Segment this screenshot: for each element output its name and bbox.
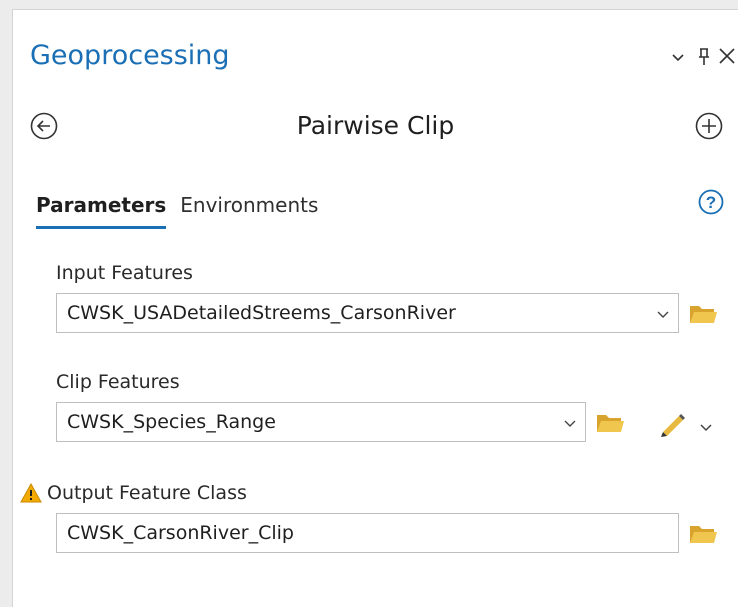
output-feature-class-field[interactable]: CWSK_CarsonRiver_Clip	[56, 513, 679, 553]
chevron-down-icon[interactable]	[656, 306, 670, 325]
tab-parameters[interactable]: Parameters	[36, 188, 167, 229]
folder-browse-icon[interactable]	[593, 409, 627, 437]
pin-icon[interactable]	[694, 46, 714, 68]
folder-browse-icon[interactable]	[686, 300, 720, 328]
clip-features-value: CWSK_Species_Range	[67, 411, 276, 433]
pencil-sketch-icon[interactable]	[655, 408, 689, 438]
svg-text:?: ?	[706, 193, 716, 212]
output-feature-class-label: Output Feature Class	[47, 482, 247, 504]
pane-title: Geoprocessing	[30, 40, 230, 71]
clip-features-combo[interactable]: CWSK_Species_Range	[56, 402, 586, 442]
chevron-down-icon[interactable]	[563, 415, 577, 434]
chevron-down-icon[interactable]	[668, 47, 688, 67]
clip-features-label: Clip Features	[56, 371, 180, 393]
help-question-icon[interactable]: ?	[697, 188, 725, 216]
tab-environments[interactable]: Environments	[180, 188, 318, 229]
input-features-combo[interactable]: CWSK_USADetailedStreems_CarsonRiver	[56, 293, 679, 333]
chevron-down-icon[interactable]	[697, 418, 715, 436]
tool-title: Pairwise Clip	[296, 111, 455, 140]
plus-circle-icon[interactable]	[694, 111, 724, 141]
input-features-label: Input Features	[56, 262, 193, 284]
input-features-value: CWSK_USADetailedStreems_CarsonRiver	[67, 302, 456, 324]
warning-triangle-icon	[19, 482, 43, 504]
output-feature-class-value: CWSK_CarsonRiver_Clip	[67, 522, 294, 544]
geoprocessing-pane: Geoprocessing Pairwise Clip Parameters E…	[12, 9, 738, 607]
tab-strip: Parameters Environments	[36, 188, 332, 229]
close-icon[interactable]	[716, 45, 738, 67]
folder-browse-icon[interactable]	[686, 520, 720, 548]
